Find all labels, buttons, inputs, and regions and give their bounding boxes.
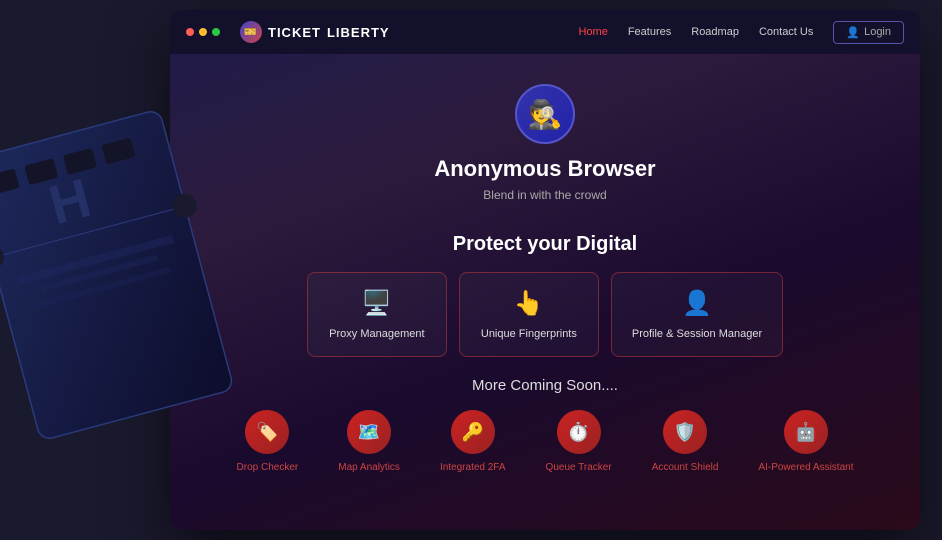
map-analytics-label: Map Analytics: [338, 462, 400, 473]
account-shield-label: Account Shield: [652, 462, 719, 473]
proxy-icon: 🖥️: [362, 289, 392, 318]
feature-cards-container: 🖥️ Proxy Management 👆 Unique Fingerprint…: [200, 272, 890, 357]
hero-subtitle: Blend in with the crowd: [200, 188, 890, 202]
browser-content: 🕵️ Anonymous Browser Blend in with the c…: [170, 54, 920, 493]
queue-tracker-label: Queue Tracker: [546, 462, 612, 473]
fingerprints-label: Unique Fingerprints: [481, 328, 577, 340]
nav-bar: Home Features Roadmap Contact Us 👤 Login: [578, 21, 904, 44]
nav-contact[interactable]: Contact Us: [759, 26, 813, 38]
session-icon: 👤: [682, 289, 712, 318]
hero-title: Anonymous Browser: [200, 156, 890, 182]
coming-soon-grid: 🏷️ Drop Checker 🗺️ Map Analytics 🔑 Integ…: [200, 410, 890, 473]
minimize-dot: [199, 28, 207, 36]
account-shield-icon: 🛡️: [663, 410, 707, 454]
svg-text:H: H: [43, 166, 97, 236]
ai-assistant-icon: 🤖: [784, 410, 828, 454]
hero-section: 🕵️ Anonymous Browser Blend in with the c…: [200, 74, 890, 233]
logo-icon: 🎫: [240, 21, 262, 43]
nav-roadmap[interactable]: Roadmap: [691, 26, 739, 38]
nav-home[interactable]: Home: [578, 26, 607, 38]
drop-checker-icon: 🏷️: [245, 410, 289, 454]
person-icon: 👤: [846, 26, 860, 39]
fingerprint-icon: 👆: [514, 289, 544, 318]
proxy-label: Proxy Management: [329, 328, 424, 340]
logo-text-left: TICKET: [268, 25, 321, 40]
feature-card-proxy[interactable]: 🖥️ Proxy Management: [307, 272, 447, 357]
window-controls: [186, 28, 220, 36]
queue-tracker-icon: ⏱️: [557, 410, 601, 454]
browser-window: 🎫 TICKET LIBERTY Home Features Roadmap C…: [170, 10, 920, 530]
coming-account-shield[interactable]: 🛡️ Account Shield: [652, 410, 719, 473]
close-dot: [186, 28, 194, 36]
maximize-dot: [212, 28, 220, 36]
feature-card-fingerprints[interactable]: 👆 Unique Fingerprints: [459, 272, 599, 357]
browser-chrome-bar: 🎫 TICKET LIBERTY Home Features Roadmap C…: [170, 10, 920, 54]
site-logo: 🎫 TICKET LIBERTY: [240, 21, 390, 43]
coming-queue-tracker[interactable]: ⏱️ Queue Tracker: [546, 410, 612, 473]
coming-soon-title: More Coming Soon....: [200, 377, 890, 394]
ai-assistant-label: AI-Powered Assistant: [758, 462, 853, 473]
session-label: Profile & Session Manager: [632, 328, 762, 340]
login-button[interactable]: 👤 Login: [833, 21, 904, 44]
section-heading: Protect your Digital: [200, 233, 890, 256]
2fa-icon: 🔑: [451, 410, 495, 454]
drop-checker-label: Drop Checker: [237, 462, 299, 473]
coming-map-analytics[interactable]: 🗺️ Map Analytics: [338, 410, 400, 473]
coming-ai-assistant[interactable]: 🤖 AI-Powered Assistant: [758, 410, 853, 473]
map-analytics-icon: 🗺️: [347, 410, 391, 454]
anon-browser-icon: 🕵️: [515, 84, 575, 144]
logo-text-right: LIBERTY: [327, 25, 390, 40]
coming-2fa[interactable]: 🔑 Integrated 2FA: [440, 410, 506, 473]
nav-features[interactable]: Features: [628, 26, 671, 38]
2fa-label: Integrated 2FA: [440, 462, 506, 473]
coming-drop-checker[interactable]: 🏷️ Drop Checker: [237, 410, 299, 473]
coming-soon-section: More Coming Soon.... 🏷️ Drop Checker 🗺️ …: [200, 377, 890, 473]
feature-card-session[interactable]: 👤 Profile & Session Manager: [611, 272, 783, 357]
